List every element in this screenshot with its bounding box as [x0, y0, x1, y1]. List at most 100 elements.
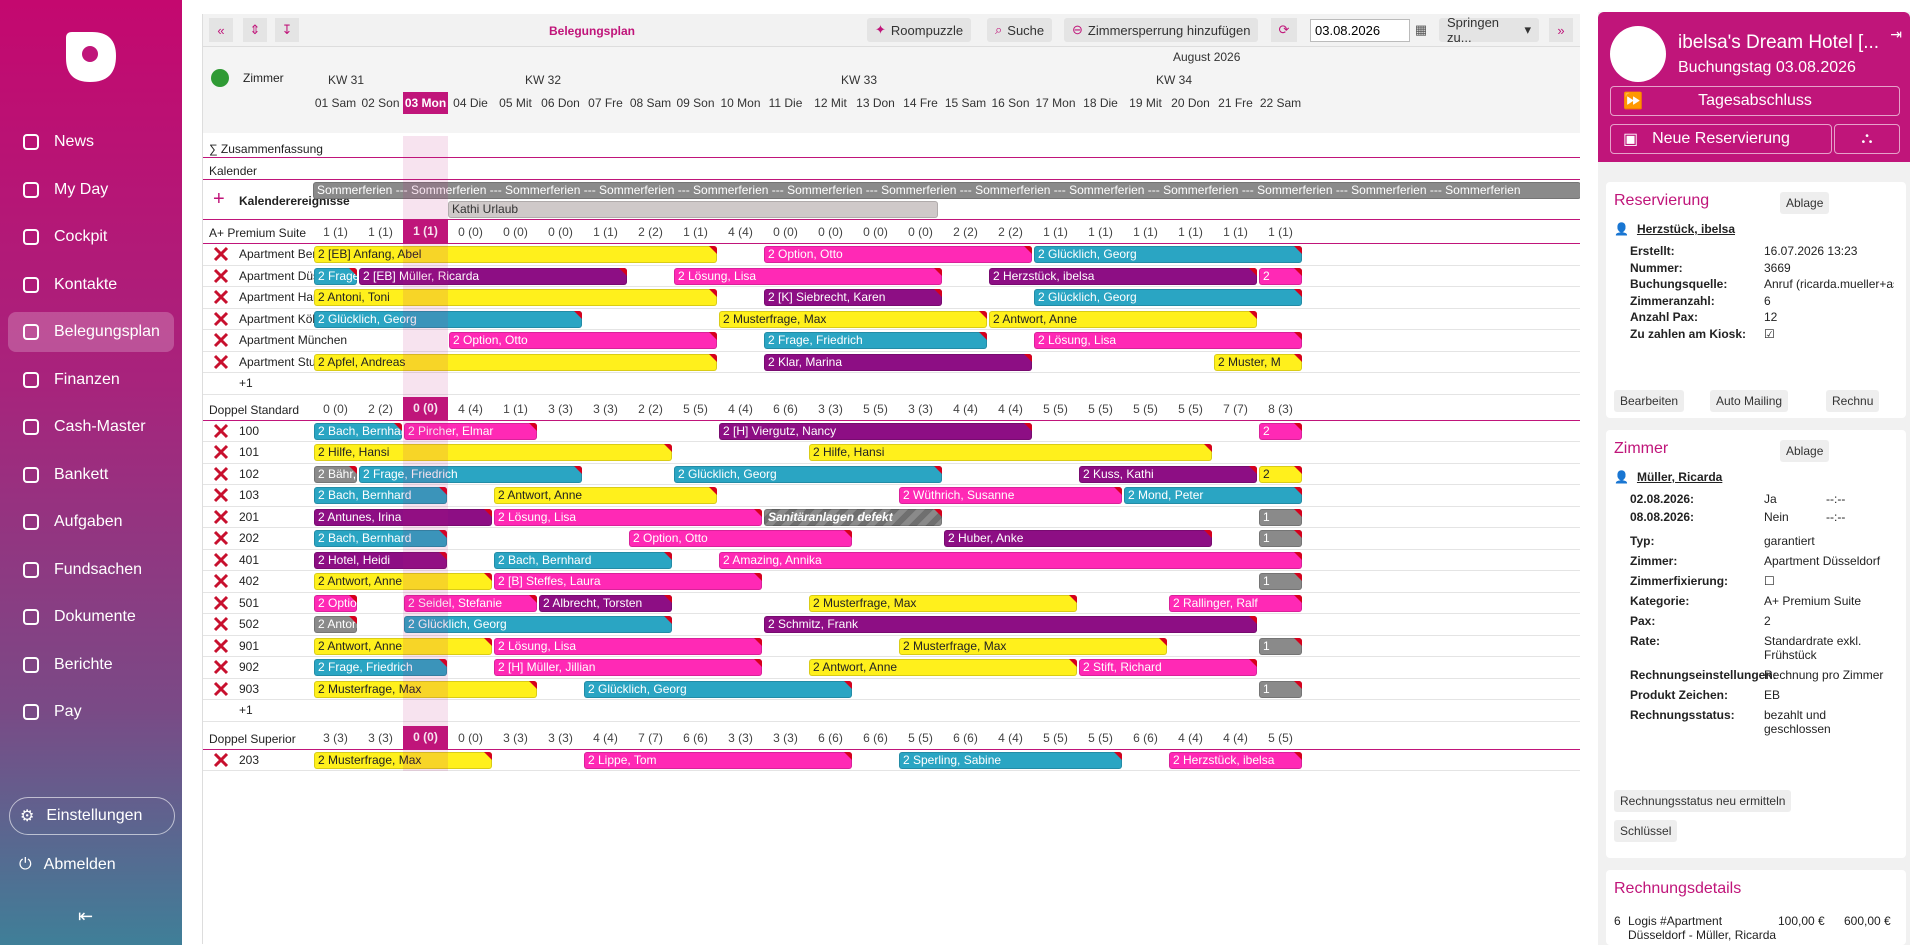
day-header[interactable]: 03 Mon	[403, 92, 448, 114]
nav-item-bankett[interactable]: Bankett	[8, 455, 174, 495]
booking-bar[interactable]: 2 Glücklich, Georg	[1034, 246, 1302, 263]
room-block-icon[interactable]	[203, 487, 239, 503]
edit-button[interactable]: Bearbeiten	[1614, 390, 1685, 412]
booking-bar[interactable]: 1	[1259, 573, 1302, 590]
booking-bar[interactable]: 2	[1259, 267, 1302, 285]
booking-bar[interactable]: 2 Bach, Bernhard	[494, 551, 672, 569]
invoice-button[interactable]: Rechnu	[1826, 390, 1880, 412]
guest-name[interactable]: Herzstück, ibelsa	[1637, 222, 1735, 236]
day-header[interactable]: 16 Son	[988, 92, 1033, 114]
day-header[interactable]: 15 Sam	[943, 92, 988, 114]
booking-bar[interactable]: 2 Antwort, Anne	[494, 487, 717, 504]
booking-bar[interactable]: 2 Glücklich, Georg	[314, 310, 582, 328]
booking-bar[interactable]: 2 [H] Müller, Jillian	[494, 659, 762, 676]
logout-button[interactable]: ⏻ Abmelden	[9, 846, 175, 884]
day-header[interactable]: 06 Don	[538, 92, 583, 114]
booking-bar[interactable]: 1	[1259, 508, 1302, 526]
search-button[interactable]: ⌕ Suche	[987, 18, 1053, 42]
room-block-icon[interactable]	[203, 552, 239, 568]
new-reservation-button[interactable]: ▣ Neue Reservierung	[1610, 124, 1832, 154]
group-reservation-button[interactable]: ⛬	[1834, 124, 1900, 154]
booking-bar[interactable]: 2 Musterfrage, Max	[899, 637, 1167, 655]
booking-bar[interactable]: 2 Frage,	[314, 267, 357, 285]
day-header[interactable]: 11 Die	[763, 92, 808, 114]
booking-bar[interactable]: 2 Rallinger, Ralf	[1169, 594, 1302, 612]
room-block-icon[interactable]	[203, 616, 239, 632]
add-room-lock-button[interactable]: ⊖ Zimmersperrung hinzufügen	[1064, 18, 1259, 42]
day-header[interactable]: 04 Die	[448, 92, 493, 114]
room-block-icon[interactable]	[203, 466, 239, 482]
room-guest[interactable]: 👤 Müller, Ricarda	[1614, 470, 1722, 484]
expand-rows-icon[interactable]: ↧	[275, 18, 299, 42]
day-header[interactable]: 20 Don	[1168, 92, 1213, 114]
booking-bar[interactable]: 2 Frage, Friedrich	[359, 465, 582, 483]
booking-bar[interactable]: 2 Huber, Anke	[944, 530, 1212, 547]
booking-bar[interactable]: 2 Antwort, Anne	[809, 659, 1077, 676]
room-block-icon[interactable]	[203, 444, 239, 460]
booking-bar[interactable]: 2 Antoni, Toni	[314, 289, 717, 306]
date-input[interactable]	[1310, 19, 1410, 42]
booking-bar[interactable]: 2 Muster, M	[1214, 353, 1302, 371]
booking-bar[interactable]: 2 [B] Steffes, Laura	[494, 573, 762, 590]
day-header[interactable]: 07 Fre	[583, 92, 628, 114]
day-header[interactable]: 17 Mon	[1033, 92, 1078, 114]
room-block-icon[interactable]	[203, 530, 239, 546]
booking-bar[interactable]: 1	[1259, 530, 1302, 547]
booking-bar[interactable]: 2 [H] Viergutz, Nancy	[719, 422, 1032, 440]
booking-bar[interactable]: 2 Hilfe, Hansi	[314, 444, 672, 461]
booking-bar[interactable]: 2 Stift, Richard	[1079, 659, 1257, 676]
day-header[interactable]: 12 Mit	[808, 92, 853, 114]
booking-bar[interactable]: 2 Antonn	[314, 616, 357, 633]
day-header[interactable]: 02 Son	[358, 92, 403, 114]
booking-bar[interactable]: 2 Sperling, Sabine	[899, 751, 1122, 769]
booking-bar[interactable]: 2 Herzstück, ibelsa	[989, 267, 1257, 285]
room-block-icon[interactable]	[203, 268, 239, 284]
holiday-bar[interactable]: Sommerferien --- Sommerferien --- Sommer…	[313, 182, 1580, 199]
room-block-icon[interactable]	[203, 681, 239, 697]
booking-bar[interactable]: 2 [EB] Anfang, Abel	[314, 246, 717, 263]
booking-bar[interactable]: 2 Glücklich, Georg	[1034, 289, 1302, 306]
booking-bar[interactable]: 2 Klar, Marina	[764, 353, 1032, 371]
nav-item-berichte[interactable]: Berichte	[8, 645, 174, 685]
nav-item-news[interactable]: News	[8, 122, 174, 162]
room-block-icon[interactable]	[203, 354, 239, 370]
close-panel-icon[interactable]: ⇥	[1890, 26, 1902, 43]
booking-bar[interactable]: 2 Lippe, Tom	[584, 751, 852, 769]
day-header[interactable]: 01 Sam	[313, 92, 358, 114]
nav-item-kontakte[interactable]: Kontakte	[8, 265, 174, 305]
room-block-icon[interactable]	[203, 246, 239, 262]
refresh-icon[interactable]: ⟳	[1271, 18, 1297, 42]
recalc-invoice-status-button[interactable]: Rechnungsstatus neu ermitteln	[1614, 790, 1792, 812]
booking-bar[interactable]: 2 Antwort, Anne	[989, 310, 1257, 328]
ablage-button[interactable]: Ablage	[1780, 192, 1830, 214]
auto-mailing-button[interactable]: Auto Mailing	[1710, 390, 1789, 412]
room-block-icon[interactable]	[203, 423, 239, 439]
reservation-guest[interactable]: 👤 Herzstück, ibelsa	[1614, 222, 1735, 236]
jump-to-select[interactable]: Springen zu... ▾	[1439, 15, 1539, 45]
room-block-icon[interactable]	[203, 573, 239, 589]
day-header[interactable]: 14 Fre	[898, 92, 943, 114]
event-bar[interactable]: Kathi Urlaub	[448, 201, 938, 218]
day-header[interactable]: 09 Son	[673, 92, 718, 114]
booking-bar[interactable]: 2 Musterfrage, Max	[719, 310, 987, 328]
booking-bar[interactable]: 2 Option, Otto	[449, 332, 717, 349]
room-block-icon[interactable]	[203, 509, 239, 525]
booking-bar[interactable]: 1	[1259, 680, 1302, 698]
room-ablage-button[interactable]: Ablage	[1780, 440, 1830, 462]
settings-button[interactable]: ⚙ Einstellungen	[9, 797, 175, 835]
booking-bar[interactable]: 2 Frage, Friedrich	[764, 332, 987, 349]
room-block-icon[interactable]	[203, 332, 239, 348]
booking-bar[interactable]: 2 Kuss, Kathi	[1079, 465, 1257, 483]
booking-bar[interactable]: 2	[1259, 465, 1302, 483]
booking-bar[interactable]: 2 Mond, Peter	[1124, 487, 1302, 504]
booking-bar[interactable]: 2 Bähr, S	[314, 465, 357, 483]
booking-bar[interactable]: 2 Albrecht, Torsten	[539, 594, 672, 612]
booking-bar[interactable]: 2	[1259, 422, 1302, 440]
day-header[interactable]: 05 Mit	[493, 92, 538, 114]
day-header[interactable]: 10 Mon	[718, 92, 763, 114]
day-close-button[interactable]: ⏩ Tagesabschluss	[1610, 86, 1900, 116]
calendar-picker-icon[interactable]: ▦	[1411, 18, 1431, 42]
nav-item-cockpit[interactable]: Cockpit	[8, 217, 174, 257]
booking-bar[interactable]: 2 Apfel, Andreas	[314, 353, 717, 371]
booking-bar[interactable]: 2 Lösung, Lisa	[494, 637, 762, 655]
